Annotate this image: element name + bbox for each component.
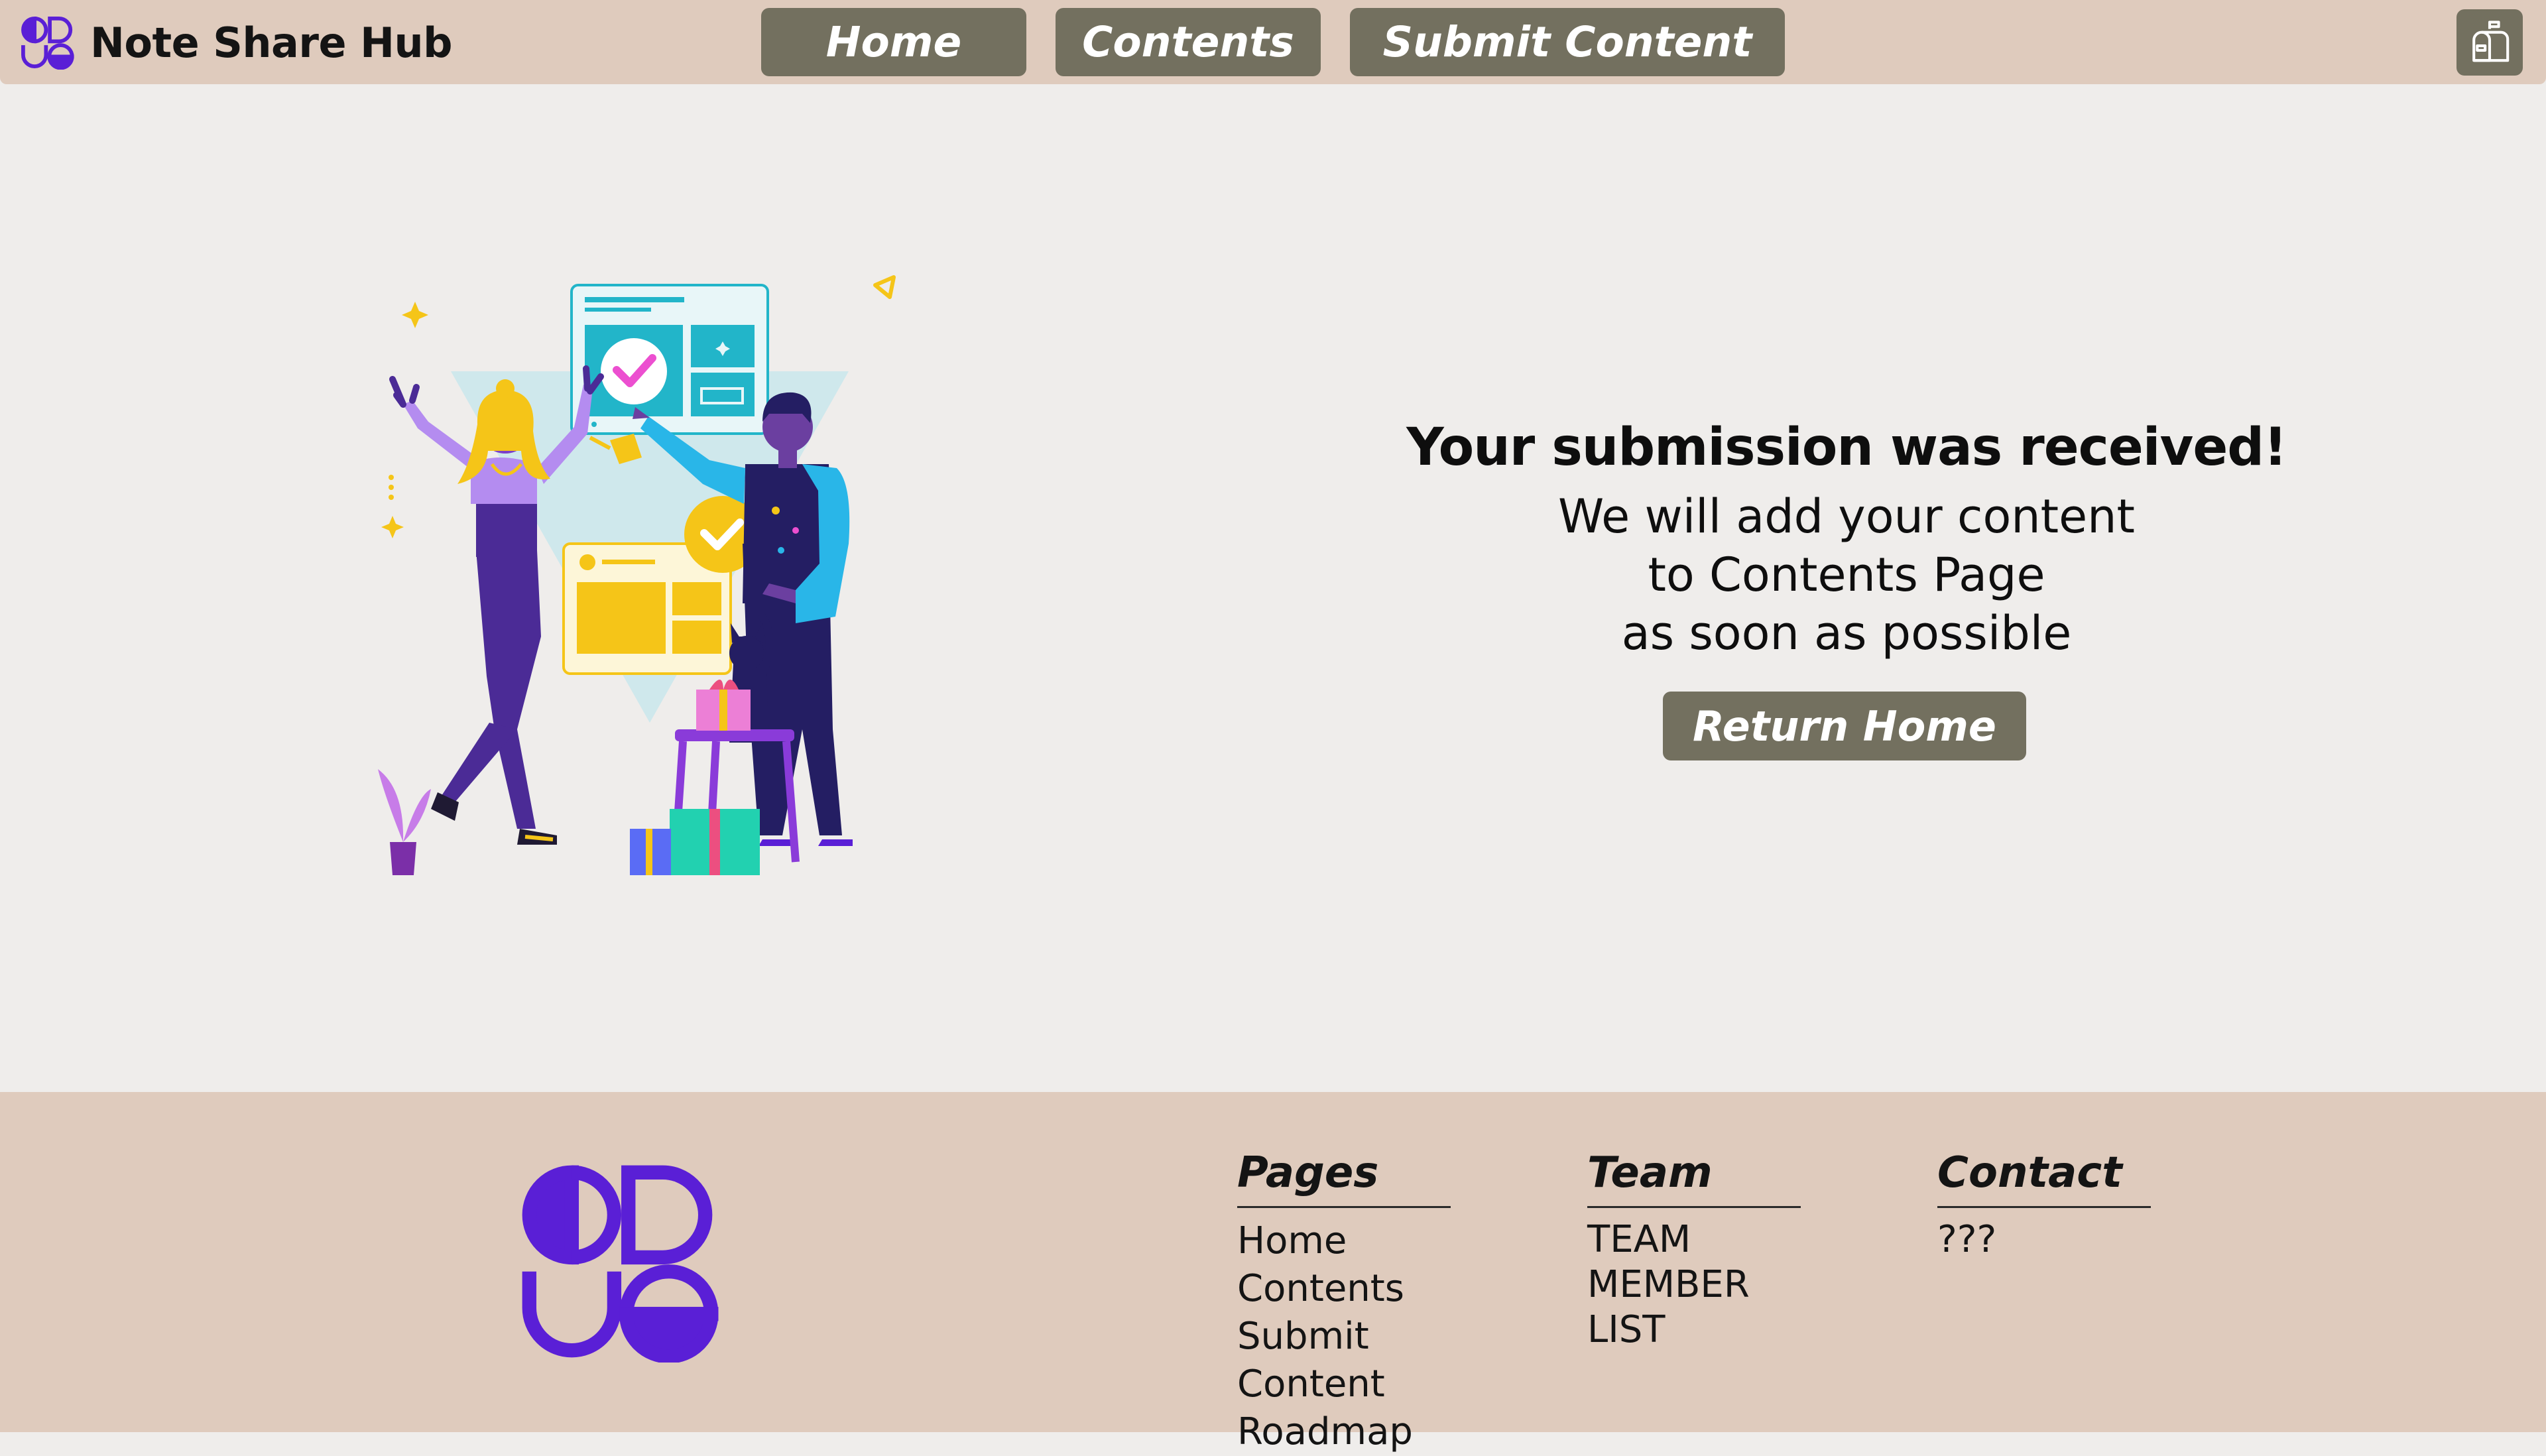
message-line-2: to Contents Page bbox=[1648, 548, 2045, 602]
footer-contact-column: Contact ??? bbox=[1937, 1145, 2156, 1262]
footer-team-column: Team TEAM MEMBER LIST bbox=[1587, 1145, 1806, 1353]
nav-submit-content-button[interactable]: Submit Content bbox=[1350, 8, 1785, 76]
mailbox-button[interactable] bbox=[2456, 9, 2523, 76]
contact-value: ??? bbox=[1937, 1218, 1997, 1261]
footer-pages-column: Pages Home Contents Submit Content Roadm… bbox=[1237, 1145, 1456, 1456]
success-title: Your submission was received! bbox=[1406, 418, 2287, 477]
footer-logo-icon bbox=[522, 1165, 719, 1363]
mailbox-icon bbox=[2472, 21, 2510, 62]
footer-link-submit-content[interactable]: Submit Content bbox=[1237, 1313, 1456, 1408]
team-text-line: TEAM bbox=[1587, 1218, 1691, 1261]
message-line-3: as soon as possible bbox=[1621, 606, 2072, 660]
footer-link-home[interactable]: Home bbox=[1237, 1217, 1456, 1265]
celebration-illustration bbox=[378, 275, 896, 875]
footer-contact-heading: Contact bbox=[1937, 1145, 2151, 1208]
footer-team-heading: Team bbox=[1587, 1145, 1801, 1208]
submission-message: Your submission was received! We will ad… bbox=[1372, 408, 2321, 662]
nav-contents-button[interactable]: Contents bbox=[1056, 8, 1321, 76]
team-text-line: MEMBER bbox=[1587, 1263, 1750, 1306]
footer-link-roadmap[interactable]: Roadmap bbox=[1237, 1408, 1456, 1456]
footer-pages-heading: Pages bbox=[1237, 1145, 1451, 1208]
team-text-line: LIST bbox=[1587, 1308, 1666, 1351]
brand-logo-icon bbox=[21, 17, 74, 70]
message-line-1: We will add your content bbox=[1558, 489, 2135, 544]
footer: Pages Home Contents Submit Content Roadm… bbox=[0, 1092, 2546, 1453]
top-nav-bar: Note Share Hub Home Contents Submit Cont… bbox=[0, 0, 2546, 84]
brand-name: Note Share Hub bbox=[90, 18, 453, 67]
footer-link-contents[interactable]: Contents bbox=[1237, 1265, 1456, 1313]
nav-home-button[interactable]: Home bbox=[761, 8, 1026, 76]
brand[interactable]: Note Share Hub bbox=[20, 15, 453, 70]
return-home-button[interactable]: Return Home bbox=[1663, 692, 2026, 760]
